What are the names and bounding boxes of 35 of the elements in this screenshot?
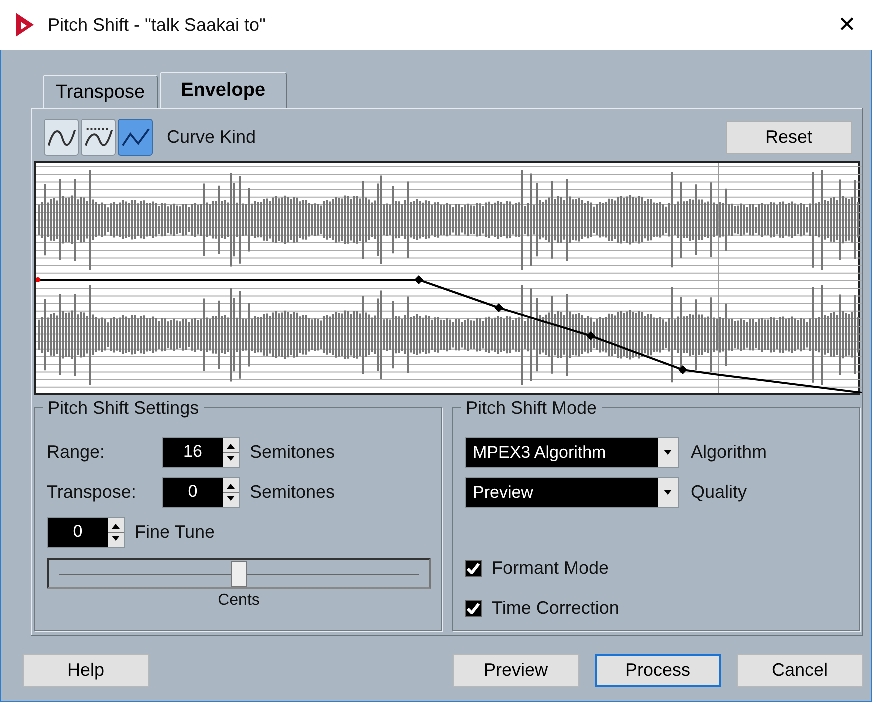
spin-field[interactable]: 0 (162, 476, 240, 508)
dropdown[interactable]: MPEX3 Algorithm (465, 436, 679, 468)
curve-kind-button[interactable] (81, 118, 116, 156)
spin-field[interactable]: 0 (47, 516, 125, 548)
unit-label: Semitones (250, 480, 336, 504)
dialog-button[interactable]: Cancel (737, 654, 863, 687)
checkbox-label: Time Correction (492, 596, 620, 620)
slider-thumb[interactable] (231, 561, 247, 587)
dropdown[interactable]: Preview (465, 476, 679, 508)
reset-button[interactable]: Reset (726, 120, 852, 154)
field-label: Range: (47, 440, 106, 464)
dropdown-label: Algorithm (691, 440, 768, 464)
caret-icon (664, 490, 672, 494)
checkbox[interactable] (465, 560, 482, 576)
close-button[interactable]: ✕ (832, 14, 862, 36)
spin-field[interactable]: 16 (162, 436, 240, 468)
unit-label: Semitones (250, 440, 336, 464)
app-logo-icon (14, 12, 36, 38)
dialog-button[interactable]: Help (23, 654, 149, 687)
field-label: Transpose: (47, 480, 138, 504)
window-title: Pitch Shift - "talk Saakai to" (48, 14, 267, 36)
fine-tune-label: Fine Tune (135, 520, 216, 544)
checkbox[interactable] (465, 600, 482, 616)
tab[interactable]: Transpose (43, 75, 158, 108)
curve-kind-button[interactable] (118, 118, 153, 156)
curve-kind-label: Curve Kind (167, 126, 258, 148)
dialog-button[interactable]: Preview (453, 654, 579, 687)
dialog-button[interactable]: Process (595, 654, 721, 687)
slider-label: Cents (217, 591, 261, 611)
slider-track[interactable] (47, 558, 431, 589)
tab[interactable]: Envelope (160, 72, 287, 108)
checkbox-label: Formant Mode (492, 556, 610, 580)
caret-icon (664, 450, 672, 454)
curve-kind-button[interactable] (44, 118, 79, 156)
dropdown-label: Quality (691, 480, 748, 504)
